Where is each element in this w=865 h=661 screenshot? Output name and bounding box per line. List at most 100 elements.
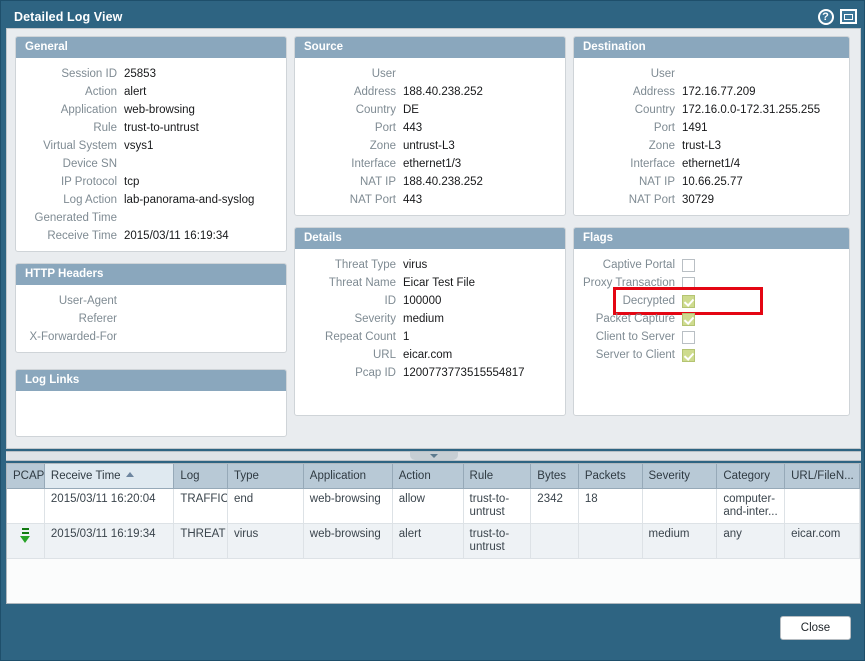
flag-label: Proxy Transaction — [574, 277, 682, 289]
field-row: Session ID25853 — [16, 65, 286, 83]
field-label: Country — [574, 104, 682, 116]
column-header-severity[interactable]: Severity — [642, 464, 717, 488]
field-value: 172.16.0.0-172.31.255.255 — [682, 104, 820, 116]
column-header-receive-time[interactable]: Receive Time — [44, 464, 173, 488]
field-value: virus — [403, 259, 427, 271]
field-row: Threat Typevirus — [295, 256, 565, 274]
detailed-log-view-window: Detailed Log View ? General Session ID25… — [0, 0, 865, 661]
field-row: Generated Time — [16, 209, 286, 227]
field-row: Applicationweb-browsing — [16, 101, 286, 119]
column-header-url-filename[interactable]: URL/FileN... — [785, 464, 860, 488]
cell-pcap — [7, 488, 44, 523]
cell-bytes: 2342 — [531, 488, 579, 523]
flag-row-client-to-server[interactable]: Client to Server — [574, 328, 849, 346]
cell-type: end — [227, 488, 303, 523]
cell-pcap[interactable] — [7, 523, 44, 558]
field-value: 188.40.238.252 — [403, 176, 483, 188]
field-label: User — [574, 68, 682, 80]
checkbox-client-to-server[interactable] — [682, 331, 695, 344]
column-header-action[interactable]: Action — [392, 464, 463, 488]
panel-source-title: Source — [295, 37, 565, 58]
field-label: Severity — [295, 313, 403, 325]
panel-splitter[interactable] — [6, 451, 861, 461]
cell-type: virus — [227, 523, 303, 558]
column-header-bytes[interactable]: Bytes — [531, 464, 579, 488]
column-header-category[interactable]: Category — [717, 464, 785, 488]
cell-category: computer-and-inter... — [717, 488, 785, 523]
column-header-rule[interactable]: Rule — [463, 464, 531, 488]
field-value: 172.16.77.209 — [682, 86, 756, 98]
flag-label: Decrypted — [574, 295, 682, 307]
field-row: User — [295, 65, 565, 83]
column-header-packets[interactable]: Packets — [578, 464, 642, 488]
panel-flags: Flags Captive Portal Proxy Transaction D… — [573, 227, 850, 416]
close-button[interactable]: Close — [780, 616, 851, 640]
panel-log-links-body — [16, 391, 286, 404]
field-row: Interfaceethernet1/3 — [295, 155, 565, 173]
table-row[interactable]: 2015/03/11 16:19:34 THREAT virus web-bro… — [7, 523, 860, 558]
field-label: NAT Port — [295, 194, 403, 206]
flag-row-packet-capture[interactable]: Packet Capture — [574, 310, 849, 328]
field-label: IP Protocol — [16, 176, 124, 188]
flag-label: Server to Client — [574, 349, 682, 361]
field-row: Device SN — [16, 155, 286, 173]
panel-destination-title: Destination — [574, 37, 849, 58]
field-row: Country172.16.0.0-172.31.255.255 — [574, 101, 849, 119]
field-value: 10.66.25.77 — [682, 176, 743, 188]
checkbox-packet-capture[interactable] — [682, 313, 695, 326]
field-label: Threat Type — [295, 259, 403, 271]
field-value: alert — [124, 86, 146, 98]
field-value: 30729 — [682, 194, 714, 206]
field-label: User-Agent — [16, 295, 124, 307]
cell-category: any — [717, 523, 785, 558]
field-row: Zoneuntrust-L3 — [295, 137, 565, 155]
field-row: CountryDE — [295, 101, 565, 119]
field-row: X-Forwarded-For — [16, 328, 286, 346]
checkbox-proxy-transaction[interactable] — [682, 277, 695, 290]
panel-log-links-title: Log Links — [16, 370, 286, 391]
field-row: Ruletrust-to-untrust — [16, 119, 286, 137]
panel-details-title: Details — [295, 228, 565, 249]
titlebar-icon-group: ? — [817, 8, 857, 25]
field-label: Action — [16, 86, 124, 98]
field-label: X-Forwarded-For — [16, 331, 124, 343]
page-title: Detailed Log View — [14, 10, 122, 24]
flag-row-server-to-client[interactable]: Server to Client — [574, 346, 849, 364]
column-header-receive-time-label: Receive Time — [51, 470, 121, 482]
table-row[interactable]: 2015/03/11 16:20:04 TRAFFIC end web-brow… — [7, 488, 860, 523]
field-row: Address172.16.77.209 — [574, 83, 849, 101]
restore-window-icon[interactable] — [840, 8, 857, 25]
field-row: Actionalert — [16, 83, 286, 101]
help-circle-icon[interactable]: ? — [817, 8, 834, 25]
field-label: ID — [295, 295, 403, 307]
checkbox-decrypted[interactable] — [682, 295, 695, 308]
cell-receive-time: 2015/03/11 16:19:34 — [44, 523, 173, 558]
log-table-header: PCAP Receive Time Log Type Application A… — [7, 464, 860, 488]
field-value: 1200773773515554817 — [403, 367, 525, 379]
field-row: Threat NameEicar Test File — [295, 274, 565, 292]
checkbox-server-to-client[interactable] — [682, 349, 695, 362]
column-header-application[interactable]: Application — [303, 464, 392, 488]
field-label: NAT IP — [295, 176, 403, 188]
panel-http-headers-body: User-Agent Referer X-Forwarded-For — [16, 285, 286, 352]
download-arrow-icon[interactable] — [20, 528, 31, 543]
field-value: 2015/03/11 16:19:34 — [124, 230, 229, 242]
column-header-pcap[interactable]: PCAP — [7, 464, 44, 488]
field-row: Repeat Count1 — [295, 328, 565, 346]
field-label: Address — [295, 86, 403, 98]
field-label: Log Action — [16, 194, 124, 206]
cell-application: web-browsing — [303, 488, 392, 523]
checkbox-captive-portal[interactable] — [682, 259, 695, 272]
flag-row-captive-portal[interactable]: Captive Portal — [574, 256, 849, 274]
panel-destination: Destination User Address172.16.77.209 Co… — [573, 36, 850, 216]
field-label: NAT IP — [574, 176, 682, 188]
flag-label: Captive Portal — [574, 259, 682, 271]
panel-general: General Session ID25853 Actionalert Appl… — [15, 36, 287, 252]
splitter-collapse-handle[interactable] — [410, 452, 458, 460]
field-value: Eicar Test File — [403, 277, 475, 289]
column-header-type[interactable]: Type — [227, 464, 303, 488]
column-header-log[interactable]: Log — [174, 464, 228, 488]
field-row: User — [574, 65, 849, 83]
flag-row-decrypted[interactable]: Decrypted — [574, 292, 849, 310]
flag-row-proxy-transaction[interactable]: Proxy Transaction — [574, 274, 849, 292]
